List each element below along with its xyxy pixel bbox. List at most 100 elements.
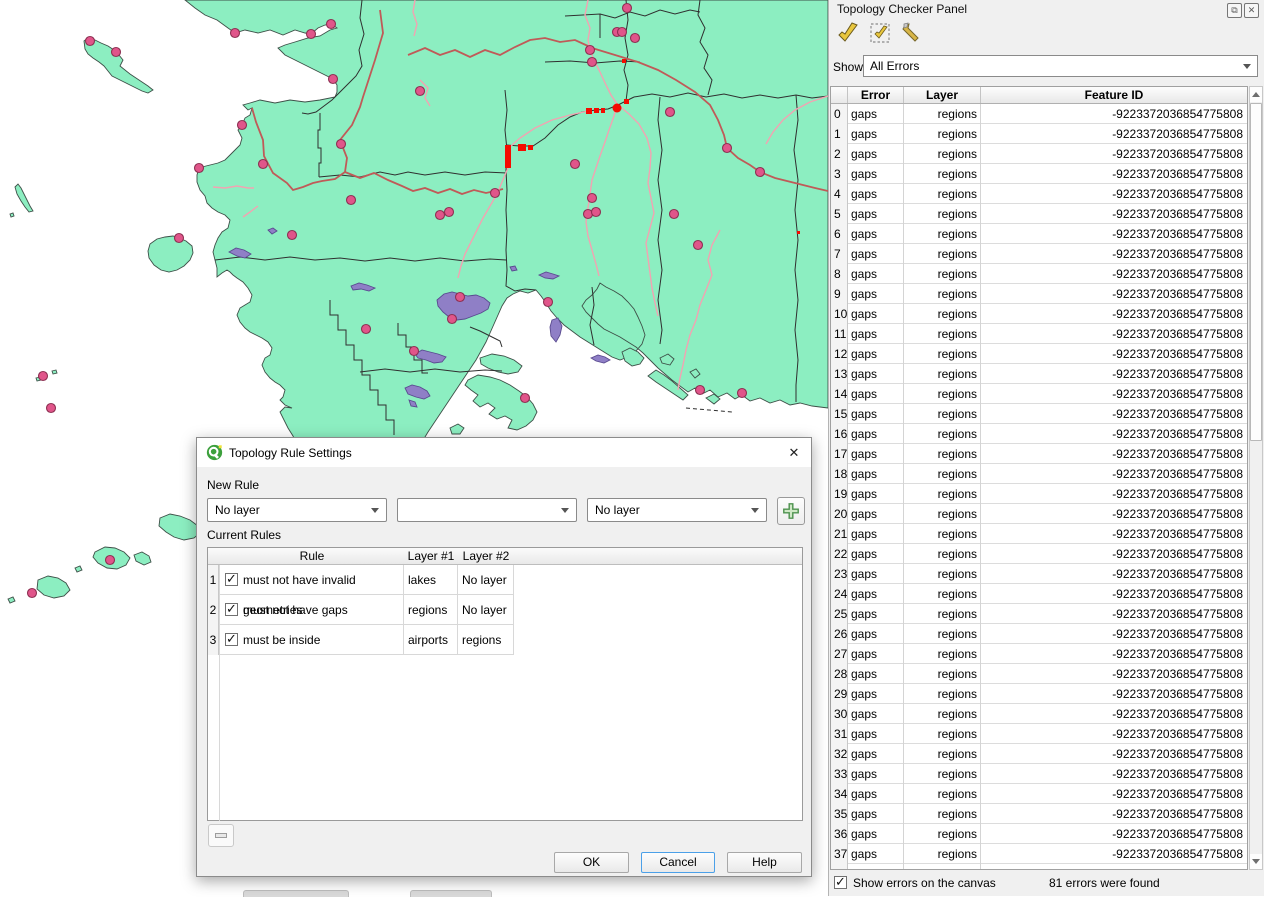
error-table-row[interactable]: 14gapsregions-9223372036854775808 [831,384,1247,404]
topology-error-marker [594,108,599,113]
error-table-row[interactable]: 4gapsregions-9223372036854775808 [831,184,1247,204]
error-table-row[interactable]: 9gapsregions-9223372036854775808 [831,284,1247,304]
cell-error: gaps [851,584,903,604]
error-table-row[interactable]: 0gapsregions-9223372036854775808 [831,104,1247,124]
error-table-row[interactable]: 29gapsregions-9223372036854775808 [831,684,1247,704]
cell-layer1: regions [408,595,458,625]
scroll-down-button[interactable] [1250,854,1262,869]
error-table-row[interactable]: 30gapsregions-9223372036854775808 [831,704,1247,724]
error-table-row[interactable]: 24gapsregions-9223372036854775808 [831,584,1247,604]
triangle-up-icon [1252,92,1260,97]
cell-error: gaps [851,504,903,524]
rule-enabled-checkbox[interactable] [225,573,238,586]
error-table-row[interactable]: 3gapsregions-9223372036854775808 [831,164,1247,184]
close-panel-icon[interactable]: ✕ [1244,3,1259,18]
error-table-row[interactable]: 10gapsregions-9223372036854775808 [831,304,1247,324]
error-table-row[interactable]: 37gapsregions-9223372036854775808 [831,844,1247,864]
topology-error-marker [601,108,605,113]
error-table-row[interactable]: 36gapsregions-9223372036854775808 [831,824,1247,844]
error-table-row[interactable]: 12gapsregions-9223372036854775808 [831,344,1247,364]
error-table-row[interactable]: 8gapsregions-9223372036854775808 [831,264,1247,284]
error-table-row[interactable]: 23gapsregions-9223372036854775808 [831,564,1247,584]
cancel-button[interactable]: Cancel [641,852,715,873]
error-table-row[interactable]: 13gapsregions-9223372036854775808 [831,364,1247,384]
dialog-close-icon[interactable]: ✕ [785,444,803,461]
errors-table-scrollbar[interactable] [1249,86,1263,870]
cell-feature-id: -9223372036854775808 [981,124,1243,144]
error-table-row[interactable]: 26gapsregions-9223372036854775808 [831,624,1247,644]
cell-rule: must not have gaps [243,595,401,625]
float-panel-icon[interactable]: ⧉ [1227,3,1242,18]
error-table-row[interactable]: 19gapsregions-9223372036854775808 [831,484,1247,504]
errors-table[interactable]: Error Layer Feature ID 0gapsregions-9223… [830,86,1248,870]
column-header-rule[interactable]: Rule [220,548,404,565]
current-rules-table[interactable]: Rule Layer #1 Layer #2 1must not have in… [207,547,803,821]
configure-button[interactable] [899,20,925,46]
error-table-row[interactable]: 27gapsregions-9223372036854775808 [831,644,1247,664]
airport-point [47,404,56,413]
cell-feature-id: -9223372036854775808 [981,164,1243,184]
column-header-layer1[interactable]: Layer #1 [404,548,458,565]
cell-error: gaps [851,344,903,364]
error-table-row[interactable]: 5gapsregions-9223372036854775808 [831,204,1247,224]
cell-feature-id: -9223372036854775808 [981,784,1243,804]
panel-toolbar [835,20,925,46]
delete-rule-button[interactable] [208,824,234,847]
error-table-row[interactable]: 21gapsregions-9223372036854775808 [831,524,1247,544]
error-table-row[interactable]: 1gapsregions-9223372036854775808 [831,124,1247,144]
topology-error-marker [797,231,800,234]
error-table-row[interactable]: 11gapsregions-9223372036854775808 [831,324,1247,344]
rule-enabled-checkbox[interactable] [225,603,238,616]
airport-point [362,325,371,334]
error-table-row[interactable]: 7gapsregions-9223372036854775808 [831,244,1247,264]
show-errors-on-canvas-checkbox[interactable] [834,876,847,889]
cell-feature-id: -9223372036854775808 [981,644,1243,664]
error-table-row[interactable]: 34gapsregions-9223372036854775808 [831,784,1247,804]
ok-button[interactable]: OK [554,852,629,873]
cell-layer2: regions [462,625,512,655]
error-table-row[interactable]: 22gapsregions-9223372036854775808 [831,544,1247,564]
dialog-titlebar[interactable]: Topology Rule Settings ✕ [197,438,811,467]
validate-extent-button[interactable] [867,20,893,46]
cell-feature-id: -9223372036854775808 [981,544,1243,564]
show-errors-on-canvas-label[interactable]: Show errors on the canvas [853,876,996,890]
rule-dropdown[interactable] [397,498,577,522]
error-table-row[interactable]: 6gapsregions-9223372036854775808 [831,224,1247,244]
scroll-up-button[interactable] [1250,87,1262,102]
layer1-dropdown[interactable]: No layer [207,498,387,522]
column-header-layer2[interactable]: Layer #2 [458,548,514,565]
error-table-row[interactable]: 17gapsregions-9223372036854775808 [831,444,1247,464]
cell-feature-id: -9223372036854775808 [981,764,1243,784]
error-table-row[interactable]: 31gapsregions-9223372036854775808 [831,724,1247,744]
show-errors-dropdown[interactable]: All Errors [863,55,1258,77]
cell-feature-id: -9223372036854775808 [981,584,1243,604]
chevron-down-icon [561,508,569,513]
error-table-row[interactable]: 35gapsregions-9223372036854775808 [831,804,1247,824]
cell-layer: regions [904,384,977,404]
rule-row[interactable]: 1must not have invalid geometrieslakesNo… [208,565,514,595]
column-header-layer[interactable]: Layer [904,87,981,103]
airport-point [86,37,95,46]
error-table-row[interactable]: 15gapsregions-9223372036854775808 [831,404,1247,424]
column-header-error[interactable]: Error [848,87,904,103]
cell-error: gaps [851,524,903,544]
error-table-row[interactable]: 25gapsregions-9223372036854775808 [831,604,1247,624]
error-table-row[interactable]: 20gapsregions-9223372036854775808 [831,504,1247,524]
error-table-row[interactable]: 16gapsregions-9223372036854775808 [831,424,1247,444]
current-rules-label: Current Rules [207,528,281,542]
validate-all-button[interactable] [835,20,861,46]
error-table-row[interactable]: 18gapsregions-9223372036854775808 [831,464,1247,484]
scrollbar-thumb[interactable] [1250,103,1262,441]
add-rule-button[interactable] [777,497,805,525]
error-table-row[interactable]: 33gapsregions-9223372036854775808 [831,764,1247,784]
help-button[interactable]: Help [727,852,802,873]
error-table-row[interactable]: 32gapsregions-9223372036854775808 [831,744,1247,764]
rule-row[interactable]: 2must not have gapsregionsNo layer [208,595,514,625]
column-header-feature-id[interactable]: Feature ID [981,87,1247,103]
rule-row[interactable]: 3must be insideairportsregions [208,625,514,655]
error-table-row[interactable]: 2gapsregions-9223372036854775808 [831,144,1247,164]
layer2-dropdown[interactable]: No layer [587,498,767,522]
error-table-row[interactable]: 28gapsregions-9223372036854775808 [831,664,1247,684]
triangle-down-icon [1252,859,1260,864]
rule-enabled-checkbox[interactable] [225,633,238,646]
